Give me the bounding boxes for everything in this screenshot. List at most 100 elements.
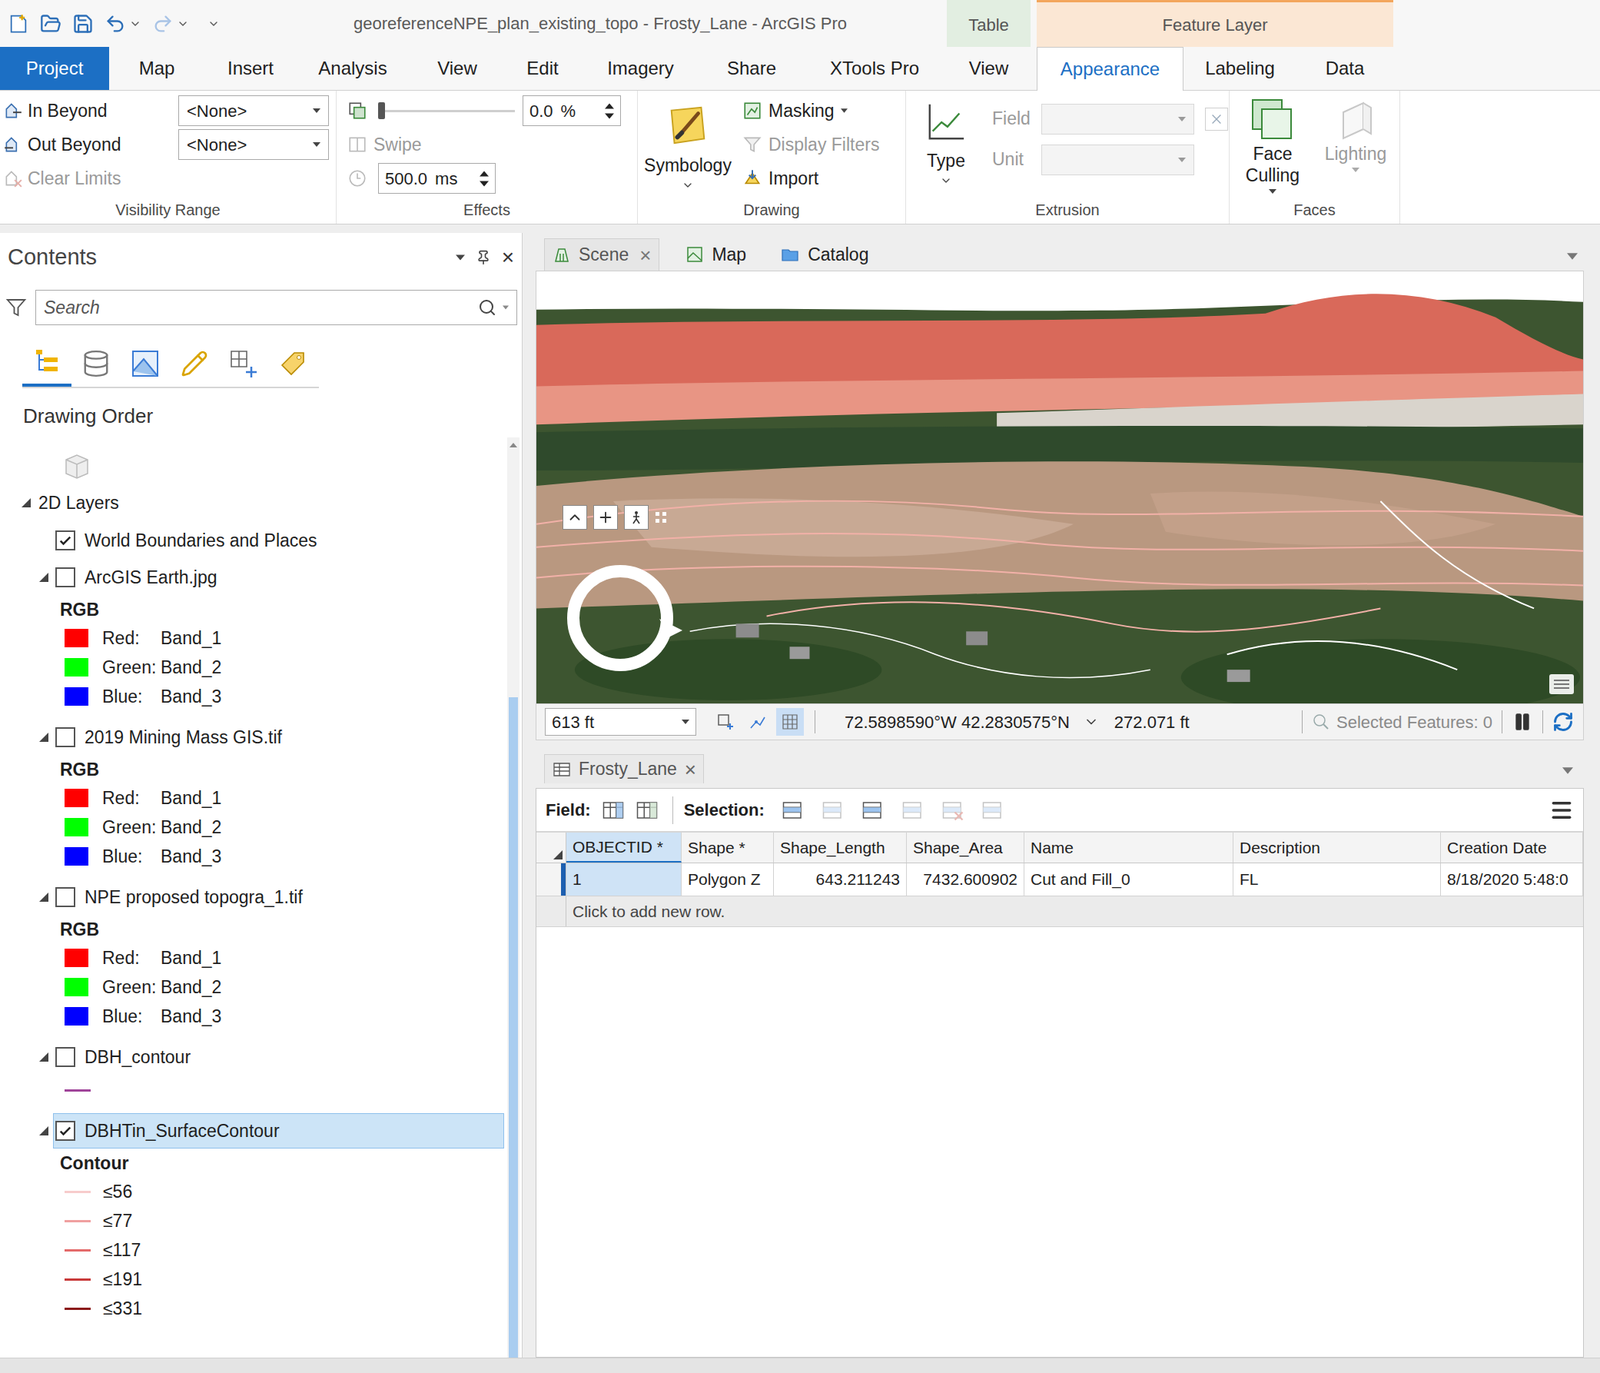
contents-view-button[interactable] [268,340,318,387]
ribbon-tab[interactable]: Insert [204,46,297,90]
open-project-icon[interactable] [39,13,62,35]
layer-row[interactable]: NPE proposed topogra_1.tif [0,878,508,916]
full-control-icon[interactable] [654,511,668,524]
expand-icon[interactable] [39,732,49,742]
extrusion-field-combobox[interactable] [1041,103,1195,135]
layer-row[interactable]: DBH_contour [0,1038,508,1076]
column-header[interactable]: Description [1233,832,1441,863]
contents-view-button[interactable] [169,340,220,387]
select-all-icon[interactable] [553,849,563,860]
coordinate-format-icon[interactable] [1083,713,1099,730]
extrusion-type-button[interactable]: Type [915,90,977,196]
spinner[interactable] [601,102,618,120]
expand-icon[interactable] [39,1125,49,1136]
expression-button[interactable] [1204,107,1229,131]
ribbon-tab[interactable]: Project [0,46,110,90]
calculate-field-icon[interactable] [635,798,659,822]
scale-combobox[interactable]: 613 ft [544,707,697,736]
nav-pan-button[interactable] [593,504,618,530]
transparency-slider[interactable] [378,102,515,120]
column-header[interactable]: OBJECTID * [566,832,682,863]
layer-row[interactable]: ArcGIS Earth.jpg [0,558,508,596]
ribbon-tab[interactable]: Map [109,46,205,90]
selection-tool-icon[interactable] [861,798,885,822]
faces-button[interactable]: Lighting [1315,90,1396,196]
table-options-icon[interactable] [1549,797,1574,823]
pause-button[interactable] [1510,709,1535,734]
add-field-icon[interactable] [601,798,625,822]
table-cell[interactable]: FL [1233,863,1441,896]
contents-view-button[interactable] [22,340,72,387]
ribbon-tab[interactable]: Analysis [296,46,409,90]
contents-view-button[interactable] [219,340,269,387]
contents-view-button[interactable] [120,340,170,387]
close-tab-button[interactable]: × [684,759,697,780]
flicker-field[interactable]: 500.0ms [378,162,496,194]
save-icon[interactable] [72,13,94,35]
view-tab[interactable]: Scene× [544,238,660,271]
nav-walk-button[interactable] [624,504,649,530]
selection-tool-icon[interactable] [781,798,805,822]
table-cell[interactable]: 643.211243 [773,863,907,896]
layer-checkbox[interactable] [55,567,76,588]
expand-icon[interactable] [39,1052,49,1062]
visibility-combobox[interactable]: <None> [178,129,329,160]
add-row[interactable]: Click to add new row. [536,896,1584,927]
column-header[interactable]: Shape_Area [906,832,1025,863]
column-header[interactable]: Shape_Length [773,832,907,863]
scene-view[interactable] [535,270,1584,704]
redo-menu-icon[interactable] [176,17,190,30]
layer-checkbox[interactable] [55,1046,76,1067]
search-options-icon[interactable] [502,305,509,310]
expand-icon[interactable] [39,892,49,902]
navigator-ring[interactable] [567,564,674,671]
pane-menu-icon[interactable] [1562,766,1574,774]
selection-tool-icon[interactable] [901,798,925,822]
layer-row[interactable]: 2019 Mining Mass GIS.tif [0,718,508,756]
filter-icon[interactable] [4,295,28,319]
search-box[interactable]: Search [35,289,518,326]
row-selector-header[interactable] [536,832,567,863]
drawing-item[interactable]: Display Filters [742,127,880,162]
nav-up-button[interactable] [562,504,588,530]
layer-checkbox[interactable] [55,1120,76,1141]
visibility-combobox[interactable]: <None> [178,95,329,127]
search-icon[interactable] [478,298,497,317]
redo-icon[interactable] [152,13,174,35]
contents-view-button[interactable] [71,340,121,387]
ribbon-tab[interactable]: View [946,46,1031,90]
close-tab-button[interactable]: × [639,245,651,266]
drawing-item[interactable]: Import [742,161,880,196]
symbology-button[interactable]: Symbology [637,90,738,196]
table-cell[interactable]: 1 [566,863,682,896]
status-tool-button[interactable] [711,707,740,736]
table-cell[interactable]: Polygon Z [681,863,774,896]
spinner[interactable] [476,170,492,187]
transparency-field[interactable]: 0.0% [522,95,621,127]
spin-up-icon[interactable] [604,102,615,110]
view-tab[interactable]: Catalog [772,238,877,271]
spin-up-icon[interactable] [479,170,489,177]
clear-limits-button[interactable]: Clear Limits [3,161,329,196]
layer-checkbox[interactable] [55,726,76,747]
ribbon-tab[interactable]: Appearance [1036,46,1184,91]
layer-checkbox[interactable] [55,886,76,907]
extrusion-field-combobox[interactable] [1041,144,1195,176]
expand-icon[interactable] [21,497,31,508]
status-tool-button[interactable] [743,707,772,736]
undo-menu-icon[interactable] [129,17,142,30]
selection-tool-icon[interactable] [941,798,965,822]
pane-menu-icon[interactable] [1566,252,1578,260]
ribbon-tab[interactable]: XTools Pro [801,46,948,90]
expand-icon[interactable] [39,572,49,582]
pin-icon[interactable] [475,249,492,266]
ribbon-tab[interactable]: Edit [505,46,580,90]
ribbon-tab[interactable]: View [408,46,506,90]
scroll-thumb[interactable] [508,697,518,1358]
table-cell[interactable]: 8/18/2020 5:48:0 [1440,863,1584,896]
table-cell[interactable]: 7432.600902 [906,863,1025,896]
table-row[interactable]: 1Polygon Z643.2112437432.600902Cut and F… [536,863,1584,897]
pane-menu-icon[interactable] [455,254,465,261]
layer-row[interactable]: World Boundaries and Places [0,521,508,559]
table-cell[interactable]: Cut and Fill_0 [1024,863,1234,896]
